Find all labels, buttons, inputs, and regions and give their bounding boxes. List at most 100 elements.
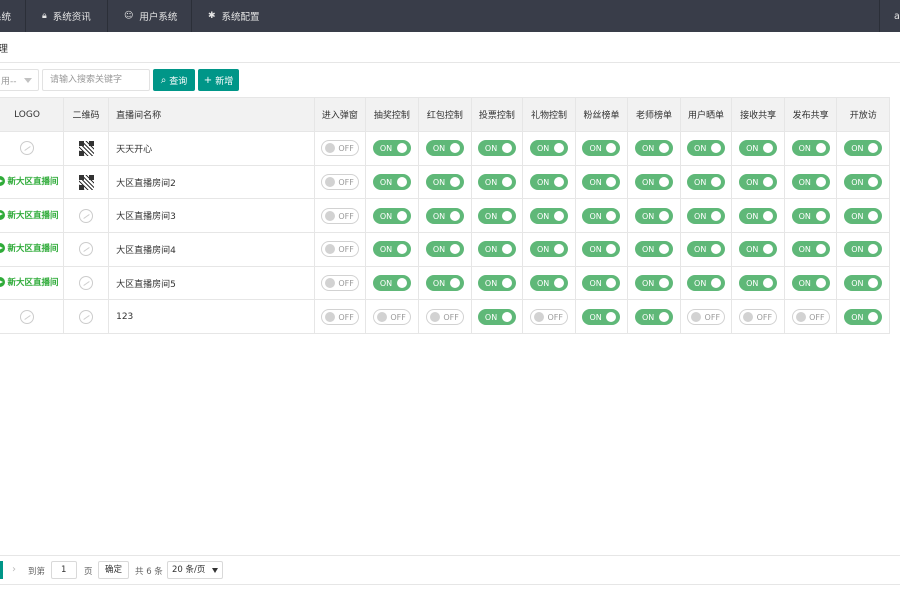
switch-cell: ON: [470, 198, 524, 234]
switch-cell: ON: [783, 198, 838, 234]
toggle-switch[interactable]: ON: [739, 207, 778, 224]
toggle-switch[interactable]: OFF: [320, 308, 359, 325]
switch-cell: ON: [574, 131, 629, 166]
toggle-switch[interactable]: OFF: [320, 174, 359, 191]
toggle-switch[interactable]: OFF: [320, 140, 359, 157]
toggle-switch[interactable]: ON: [739, 241, 778, 258]
status-filter-select[interactable]: 用--: [0, 69, 39, 91]
toggle-switch[interactable]: OFF: [791, 308, 830, 325]
play-icon: [0, 209, 6, 220]
toggle-switch[interactable]: ON: [477, 308, 516, 325]
column-header: 进入弹窗: [313, 97, 366, 132]
toggle-switch[interactable]: ON: [477, 174, 516, 191]
toggle-switch[interactable]: ON: [739, 140, 778, 157]
toggle-switch[interactable]: ON: [687, 174, 726, 191]
user-menu[interactable]: ac: [879, 0, 900, 32]
toggle-switch[interactable]: ON: [687, 241, 726, 258]
toggle-switch[interactable]: ON: [791, 241, 830, 258]
toggle-switch[interactable]: ON: [634, 308, 673, 325]
toggle-switch[interactable]: ON: [372, 140, 411, 157]
column-header: 直播间名称: [108, 97, 315, 132]
toggle-switch[interactable]: ON: [477, 140, 516, 157]
toggle-switch[interactable]: ON: [529, 174, 568, 191]
toggle-switch[interactable]: ON: [425, 241, 464, 258]
toggle-switch[interactable]: ON: [634, 241, 673, 258]
toggle-switch[interactable]: OFF: [739, 308, 778, 325]
toggle-switch[interactable]: ON: [739, 275, 778, 292]
toggle-switch[interactable]: ON: [529, 140, 568, 157]
toggle-switch[interactable]: ON: [529, 207, 568, 224]
toggle-switch[interactable]: ON: [791, 207, 830, 224]
toggle-switch[interactable]: ON: [582, 275, 621, 292]
toggle-switch[interactable]: ON: [582, 174, 621, 191]
toggle-switch[interactable]: ON: [477, 241, 516, 258]
toggle-state-label: ON: [694, 211, 707, 221]
page-size-select[interactable]: 20 条/页: [167, 561, 223, 579]
toggle-switch[interactable]: ON: [372, 275, 411, 292]
toggle-switch[interactable]: ON: [582, 241, 621, 258]
toggle-switch[interactable]: ON: [425, 275, 464, 292]
toggle-switch[interactable]: ON: [844, 174, 883, 191]
qrcode-icon[interactable]: [78, 140, 94, 156]
nav-tab-user-system[interactable]: ☺ 用户系统: [108, 0, 192, 32]
toggle-switch[interactable]: ON: [477, 207, 516, 224]
toggle-switch[interactable]: ON: [844, 140, 883, 157]
switch-cell: ON: [364, 265, 420, 301]
nav-brand[interactable]: 系统: [0, 0, 26, 32]
column-header: 粉丝榜单: [574, 97, 629, 132]
toggle-switch[interactable]: OFF: [529, 308, 568, 325]
toggle-switch[interactable]: OFF: [320, 207, 359, 224]
qrcode-icon[interactable]: [78, 174, 94, 190]
toggle-switch[interactable]: ON: [791, 275, 830, 292]
nav-tab-system-config[interactable]: ✱ 系统配置: [192, 0, 298, 32]
table-row: 新大区直播间 大区直播房间5 OFF ON ON ON ON ON ON ON ON ON ON: [0, 265, 890, 301]
add-button[interactable]: + 新增: [198, 69, 239, 91]
toggle-switch[interactable]: ON: [634, 275, 673, 292]
query-button[interactable]: ⌕ 查询: [153, 69, 195, 91]
toggle-switch[interactable]: ON: [687, 207, 726, 224]
toggle-switch[interactable]: OFF: [320, 275, 359, 292]
goto-page-input[interactable]: 1: [51, 561, 77, 579]
toggle-switch[interactable]: ON: [634, 207, 673, 224]
toggle-switch[interactable]: OFF: [320, 241, 359, 258]
toggle-switch[interactable]: ON: [582, 308, 621, 325]
play-icon: [0, 176, 6, 187]
nav-tab-label: 系统资讯: [52, 12, 91, 23]
nav-tab-system-news[interactable]: 🔒︎ 系统资讯: [26, 0, 108, 32]
toggle-state-label: ON: [432, 144, 446, 154]
toggle-switch[interactable]: ON: [477, 275, 516, 292]
current-page-indicator[interactable]: [0, 561, 3, 579]
toggle-switch[interactable]: ON: [582, 207, 621, 224]
toggle-switch[interactable]: ON: [582, 140, 621, 157]
search-input[interactable]: [42, 69, 150, 91]
toggle-switch[interactable]: ON: [791, 174, 830, 191]
toggle-switch[interactable]: OFF: [687, 308, 726, 325]
toggle-switch[interactable]: ON: [372, 241, 411, 258]
toggle-state-label: ON: [851, 312, 864, 322]
toggle-switch[interactable]: ON: [844, 207, 883, 224]
toggle-switch[interactable]: ON: [529, 275, 568, 292]
toggle-switch[interactable]: ON: [791, 140, 830, 157]
column-header: 礼物控制: [522, 97, 576, 132]
toggle-switch[interactable]: ON: [425, 207, 464, 224]
toggle-switch[interactable]: ON: [425, 174, 464, 191]
toggle-switch[interactable]: ON: [425, 140, 464, 157]
toggle-switch[interactable]: ON: [739, 174, 778, 191]
toggle-switch[interactable]: ON: [687, 140, 726, 157]
toggle-switch[interactable]: ON: [372, 207, 411, 224]
toggle-switch[interactable]: ON: [634, 174, 673, 191]
toggle-switch[interactable]: ON: [687, 275, 726, 292]
toggle-switch[interactable]: OFF: [425, 308, 464, 325]
logo-cell: [0, 131, 64, 166]
confirm-page-button[interactable]: 确定: [98, 561, 129, 579]
toggle-state-label: ON: [379, 245, 393, 255]
chevron-right-icon[interactable]: ›: [12, 564, 16, 575]
toggle-switch[interactable]: ON: [372, 174, 411, 191]
toggle-switch[interactable]: OFF: [372, 308, 411, 325]
toggle-switch[interactable]: ON: [529, 241, 568, 258]
toggle-switch[interactable]: ON: [634, 140, 673, 157]
toggle-switch[interactable]: ON: [844, 275, 883, 292]
toggle-switch[interactable]: ON: [844, 241, 883, 258]
switch-cell: ON: [364, 131, 420, 166]
toggle-switch[interactable]: ON: [844, 308, 883, 325]
